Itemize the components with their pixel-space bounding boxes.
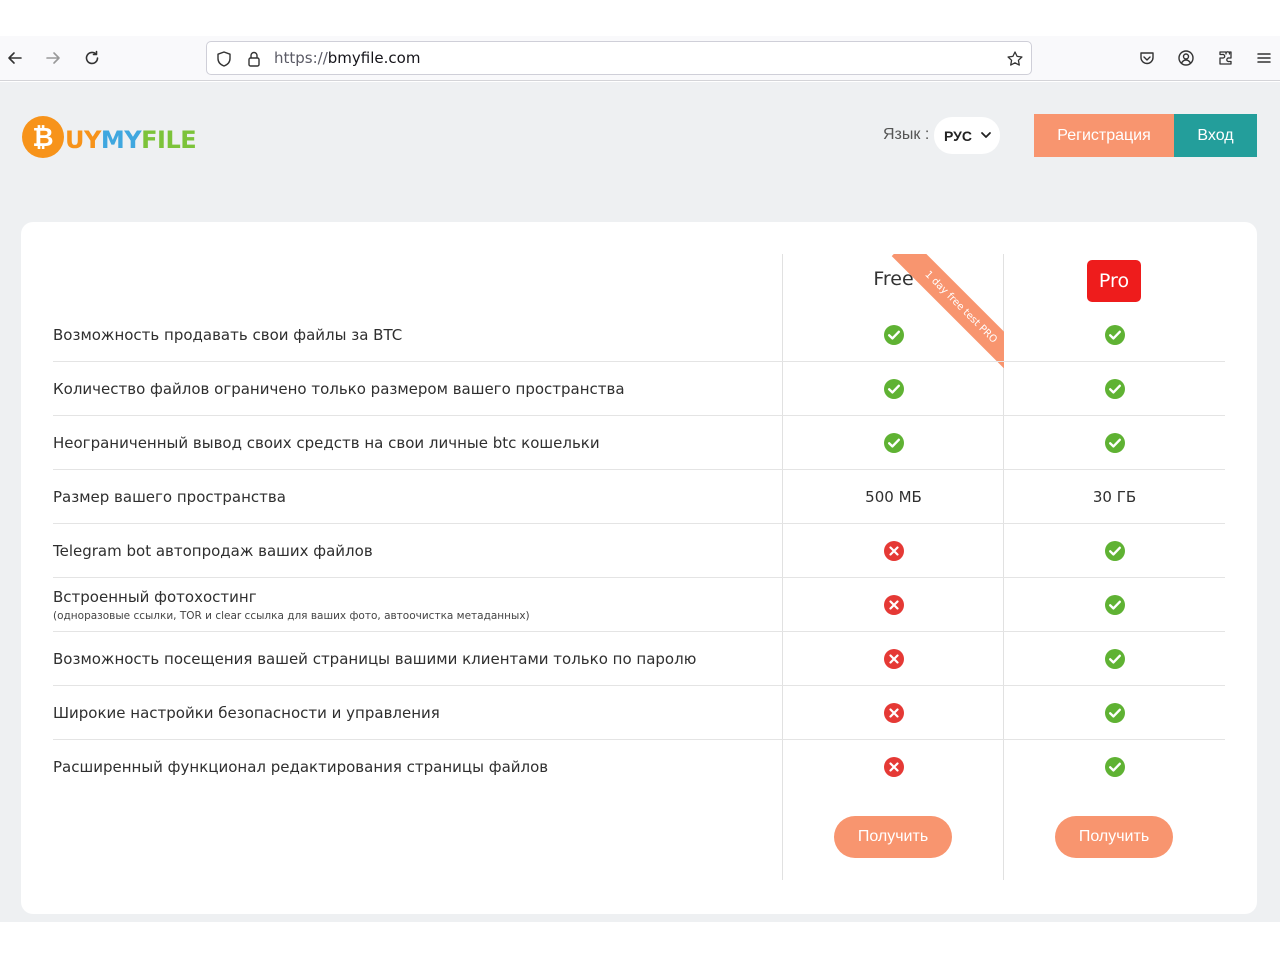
check-icon xyxy=(1004,632,1225,685)
feature-row: Неограниченный вывод своих средств на св… xyxy=(53,416,1225,470)
feature-row: Количество файлов ограничено только разм… xyxy=(53,362,1225,416)
cross-icon xyxy=(783,632,1004,685)
url-scheme: https:// xyxy=(274,49,328,67)
menu-icon[interactable] xyxy=(1252,46,1276,70)
feature-label: Неограниченный вывод своих средств на св… xyxy=(53,416,773,469)
feature-label-text: Telegram bot автопродаж ваших файлов xyxy=(53,541,373,560)
lock-icon[interactable] xyxy=(245,50,263,68)
login-button[interactable]: Вход xyxy=(1174,114,1257,157)
plan-free-value: 500 МБ xyxy=(865,487,922,506)
cross-icon xyxy=(783,740,1004,794)
logo-wordmark: UYMYFILE xyxy=(65,126,197,154)
browser-toolbar: https://bmyfile.com xyxy=(0,36,1280,81)
feature-label-text: Широкие настройки безопасности и управле… xyxy=(53,703,440,722)
language-label: Язык : xyxy=(883,126,930,143)
feature-label: Расширенный функционал редактирования ст… xyxy=(53,740,773,794)
page-body: ₿ UYMYFILE Язык : РУС Регистрация Вход F… xyxy=(0,82,1280,922)
plan-pro-value: 30 ГБ xyxy=(1092,487,1137,506)
feature-label-text: Встроенный фотохостинг xyxy=(53,587,257,606)
site-logo[interactable]: ₿ UYMYFILE xyxy=(22,115,197,159)
feature-label-text: Неограниченный вывод своих средств на св… xyxy=(53,433,600,452)
plan-pro-badge: Pro xyxy=(1087,260,1141,302)
feature-label: Широкие настройки безопасности и управле… xyxy=(53,686,773,739)
shield-icon[interactable] xyxy=(215,50,233,68)
feature-row: Telegram bot автопродаж ваших файлов xyxy=(53,524,1225,578)
feature-row: Встроенный фотохостинг (одноразовые ссылк… xyxy=(53,578,1225,632)
feature-note: (одноразовые ссылки, TOR и clear ссылка … xyxy=(53,609,530,622)
feature-row: Возможность посещения вашей страницы ваш… xyxy=(53,632,1225,686)
feature-label: Возможность посещения вашей страницы ваш… xyxy=(53,632,773,685)
logo-part-u: UY xyxy=(65,126,101,154)
feature-label-text: Возможность продавать свои файлы за BTC xyxy=(53,325,403,344)
bitcoin-logo-icon: ₿ xyxy=(22,116,64,158)
check-icon xyxy=(1004,362,1225,415)
check-icon xyxy=(1004,524,1225,577)
check-icon xyxy=(783,362,1004,415)
chevron-down-icon xyxy=(981,132,991,138)
forward-icon[interactable] xyxy=(41,46,65,70)
check-icon xyxy=(783,416,1004,469)
check-icon xyxy=(1004,308,1225,361)
logo-part-my: MY xyxy=(100,126,142,154)
extensions-icon[interactable] xyxy=(1213,46,1237,70)
feature-label-text: Количество файлов ограничено только разм… xyxy=(53,379,625,398)
back-icon[interactable] xyxy=(3,46,27,70)
get-pro-button[interactable]: Получить xyxy=(1055,816,1173,858)
bookmark-star-icon[interactable] xyxy=(1006,50,1024,68)
feature-row: Возможность продавать свои файлы за BTC xyxy=(53,308,1225,362)
check-icon xyxy=(1004,686,1225,739)
check-icon xyxy=(783,308,1004,361)
cross-icon xyxy=(783,686,1004,739)
check-icon xyxy=(1004,416,1225,469)
cross-icon xyxy=(783,524,1004,577)
feature-row: Размер вашего пространства 500 МБ 30 ГБ xyxy=(53,470,1225,524)
feature-row: Широкие настройки безопасности и управле… xyxy=(53,686,1225,740)
feature-label: Telegram bot автопродаж ваших файлов xyxy=(53,524,773,577)
language-value: РУС xyxy=(944,127,972,144)
url-host: bmyfile.com xyxy=(327,49,421,67)
feature-label: Встроенный фотохостинг (одноразовые ссылк… xyxy=(53,578,773,631)
feature-row: Расширенный функционал редактирования ст… xyxy=(53,740,1225,794)
account-icon[interactable] xyxy=(1174,46,1198,70)
register-button[interactable]: Регистрация xyxy=(1034,114,1174,157)
pocket-icon[interactable] xyxy=(1135,46,1159,70)
cross-icon xyxy=(783,578,1004,631)
check-icon xyxy=(1004,578,1225,631)
feature-label: Количество файлов ограничено только разм… xyxy=(53,362,773,415)
pricing-card: Free Pro 1 day free test PRO Возможность… xyxy=(21,222,1257,914)
feature-label-text: Размер вашего пространства xyxy=(53,487,286,506)
get-free-button[interactable]: Получить xyxy=(834,816,952,858)
feature-label-text: Расширенный функционал редактирования ст… xyxy=(53,758,549,776)
url-text[interactable]: https://bmyfile.com xyxy=(274,49,420,67)
reload-icon[interactable] xyxy=(80,46,104,70)
feature-label: Размер вашего пространства xyxy=(53,470,773,523)
language-select[interactable]: РУС xyxy=(934,117,1000,154)
feature-label-text: Возможность посещения вашей страницы ваш… xyxy=(53,649,697,668)
check-icon xyxy=(1004,740,1225,794)
logo-part-file: FILE xyxy=(141,126,197,154)
feature-label: Возможность продавать свои файлы за BTC xyxy=(53,308,773,361)
url-bar[interactable]: https://bmyfile.com xyxy=(206,41,1032,75)
